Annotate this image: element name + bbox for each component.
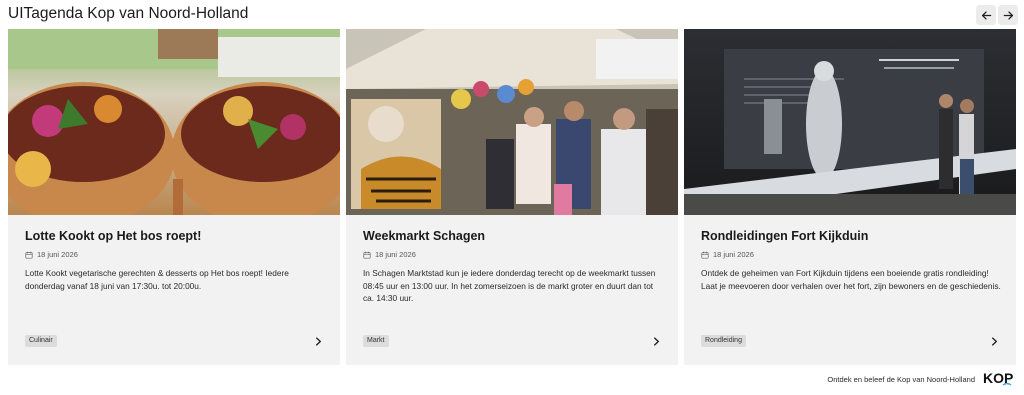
card-description: Lotte Kookt vegetarische gerechten & des…	[25, 268, 289, 291]
card-title: Weekmarkt Schagen	[363, 229, 486, 243]
calendar-icon	[701, 251, 709, 259]
next-button[interactable]	[998, 5, 1018, 25]
open-card-button[interactable]	[649, 334, 663, 348]
event-cards: Lotte Kookt op Het bos roept! 18 juni 20…	[8, 29, 1016, 365]
kop-logo[interactable]: KOP	[983, 370, 1017, 386]
chevron-right-icon	[653, 336, 659, 346]
open-card-button[interactable]	[311, 334, 325, 348]
card-description: In Schagen Marktstad kun je iedere donde…	[363, 268, 656, 303]
event-card[interactable]: Lotte Kookt op Het bos roept! 18 juni 20…	[8, 29, 340, 365]
card-date-text: 18 juni 2026	[37, 250, 78, 259]
event-card[interactable]: Weekmarkt Schagen 18 juni 2026 In Schage…	[346, 29, 678, 365]
open-card-button[interactable]	[987, 334, 1001, 348]
card-date-text: 18 juni 2026	[375, 250, 416, 259]
category-tag: Markt	[363, 335, 389, 347]
card-description: Ontdek de geheimen van Fort Kijkduin tij…	[701, 268, 1001, 291]
card-title: Rondleidingen Fort Kijkduin	[701, 229, 869, 243]
calendar-icon	[363, 251, 371, 259]
card-title: Lotte Kookt op Het bos roept!	[25, 229, 202, 243]
page-title: UITagenda Kop van Noord-Holland	[8, 5, 249, 22]
chevron-right-icon	[991, 336, 997, 346]
card-date-text: 18 juni 2026	[713, 250, 754, 259]
arrow-right-icon	[1003, 10, 1013, 20]
chevron-right-icon	[315, 336, 321, 346]
category-tag: Rondleiding	[701, 335, 746, 347]
calendar-icon	[25, 251, 33, 259]
market-stall-photo	[346, 29, 678, 215]
event-card[interactable]: Rondleidingen Fort Kijkduin 18 juni 2026…	[684, 29, 1016, 365]
carousel-header: UITagenda Kop van Noord-Holland	[8, 4, 1018, 25]
arrow-left-icon	[981, 10, 991, 20]
footer-tagline: Ontdek en beleef de Kop van Noord-Hollan…	[827, 375, 975, 384]
card-date: 18 juni 2026	[363, 250, 416, 259]
food-bowls-photo	[8, 29, 340, 215]
category-tag: Culinair	[25, 335, 57, 347]
museum-exhibit-photo	[684, 29, 1016, 215]
card-date: 18 juni 2026	[701, 250, 754, 259]
card-date: 18 juni 2026	[25, 250, 78, 259]
previous-button[interactable]	[976, 5, 996, 25]
